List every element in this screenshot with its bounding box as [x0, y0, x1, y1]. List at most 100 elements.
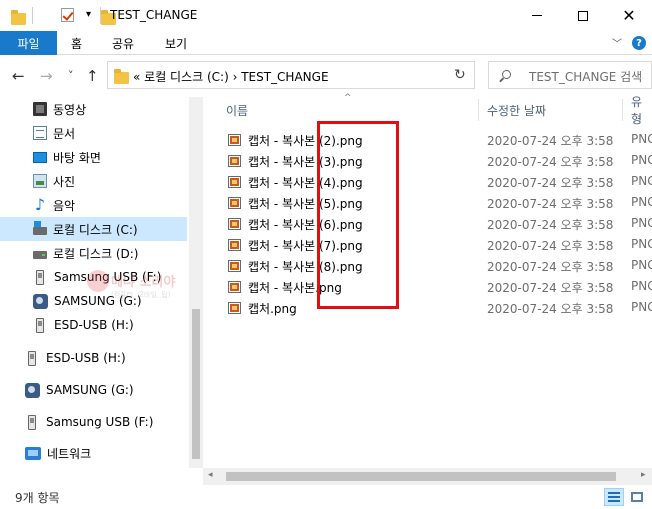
tab-home[interactable]: 홈 — [71, 35, 82, 52]
file-modified-date: 2020-07-24 오후 3:58 — [487, 176, 614, 190]
window-title: TEST_CHANGE — [110, 8, 198, 22]
search-box[interactable]: TEST_CHANGE 검색 — [488, 61, 652, 89]
file-type: PNG — [631, 216, 652, 230]
horizontal-scrollbar[interactable]: ◂ ▸ — [203, 468, 652, 485]
file-row[interactable]: 캡처 - 복사본 (6).png 2020-07-24 오후 3:58 PNG — [225, 213, 652, 234]
file-modified-date: 2020-07-24 오후 3:58 — [487, 302, 614, 316]
sidebar-item-label: 바탕 화면 — [53, 150, 101, 165]
sidebar-item-label: 로컬 디스크 (C:) — [53, 222, 138, 237]
sidebar-item-music[interactable]: ♪ 음악 — [33, 193, 75, 217]
pictures-icon — [33, 174, 47, 188]
tab-share[interactable]: 공유 — [112, 35, 134, 52]
watermark-logo: 메냐 소리야 (컴퓨터, 모바일, 팁) — [87, 268, 187, 318]
usb-drive-icon — [28, 414, 36, 430]
file-row[interactable]: 캡처 - 복사본 (2).png 2020-07-24 오후 3:58 PNG — [225, 129, 652, 150]
file-row[interactable]: 캡처 - 복사본 (8).png 2020-07-24 오후 3:58 PNG — [225, 255, 652, 276]
sidebar-item-desktop[interactable]: 바탕 화면 — [33, 145, 101, 169]
scroll-right-icon[interactable]: ▸ — [641, 470, 646, 480]
back-arrow-icon[interactable]: ← — [12, 67, 25, 85]
watermark-icon — [87, 270, 109, 292]
expand-ribbon-icon[interactable]: ﹀ — [612, 35, 622, 50]
sidebar-item-label: 로컬 디스크 (D:) — [53, 246, 139, 261]
recent-locations-icon[interactable]: ˅ — [68, 69, 74, 82]
navigation-bar: ← → ˅ ↑ « 로컬 디스크 (C:) › TEST_CHANGE ↻ TE… — [0, 55, 652, 97]
file-modified-date: 2020-07-24 오후 3:58 — [487, 218, 614, 232]
ribbon: 파일 홈 공유 보기 ﹀ ? — [0, 31, 652, 55]
up-arrow-icon[interactable]: ↑ — [86, 67, 99, 85]
png-file-icon — [228, 134, 241, 146]
sidebar-item-network[interactable]: 네트워크 — [25, 441, 91, 465]
search-icon — [502, 70, 511, 79]
sidebar-item-label: 문서 — [53, 126, 76, 141]
address-bar[interactable]: « 로컬 디스크 (C:) › TEST_CHANGE ↻ — [107, 61, 551, 89]
details-view-button[interactable] — [604, 488, 624, 506]
desktop-icon — [33, 151, 47, 163]
file-name: 캡처.png — [248, 302, 297, 316]
sidebar-item-label: SAMSUNG (G:) — [46, 383, 134, 397]
column-divider[interactable] — [622, 99, 623, 121]
maximize-icon — [578, 10, 588, 21]
scroll-left-icon[interactable]: ◂ — [208, 470, 213, 480]
network-icon — [25, 446, 41, 460]
file-row[interactable]: 캡처 - 복사본 (3).png 2020-07-24 오후 3:58 PNG — [225, 150, 652, 171]
file-modified-date: 2020-07-24 오후 3:58 — [487, 239, 614, 253]
tab-view[interactable]: 보기 — [165, 35, 187, 52]
properties-icon[interactable] — [60, 8, 74, 22]
file-row[interactable]: 캡처 - 복사본 (5).png 2020-07-24 오후 3:58 PNG — [225, 192, 652, 213]
sidebar-item-label: 사진 — [53, 174, 76, 189]
search-input[interactable]: TEST_CHANGE 검색 — [529, 68, 642, 85]
large-icons-view-button[interactable] — [627, 488, 647, 506]
maximize-button[interactable] — [560, 0, 606, 31]
status-bar: 9개 항목 — [0, 485, 652, 509]
sidebar-item-samsung-usb-f-root[interactable]: Samsung USB (F:) — [25, 410, 153, 434]
file-type: PNG — [631, 300, 652, 314]
column-header-type[interactable]: 유형 — [631, 95, 652, 126]
large-icons-view-icon — [631, 492, 643, 502]
windows-drive-icon — [33, 221, 47, 235]
file-row[interactable]: 캡처 - 복사본 (4).png 2020-07-24 오후 3:58 PNG — [225, 171, 652, 192]
sidebar-item-label: 동영상 — [53, 102, 87, 117]
column-divider[interactable] — [478, 99, 479, 121]
file-type: PNG — [631, 237, 652, 251]
tab-file[interactable]: 파일 — [0, 31, 57, 55]
customize-toolbar-icon[interactable]: ▾ — [86, 9, 91, 25]
file-row[interactable]: 캡처 - 복사본.png 2020-07-24 오후 3:58 PNG — [225, 276, 652, 297]
details-view-icon — [608, 492, 620, 502]
sidebar-item-videos[interactable]: 동영상 — [33, 97, 86, 121]
file-type: PNG — [631, 153, 652, 167]
sidebar-item-label: ESD-USB (H:) — [54, 318, 134, 332]
forward-arrow-icon[interactable]: → — [40, 67, 53, 85]
sidebar-scrollbar[interactable] — [189, 97, 203, 468]
minimize-button[interactable] — [514, 0, 560, 31]
file-modified-date: 2020-07-24 오후 3:58 — [487, 134, 614, 148]
horizontal-scrollbar-thumb[interactable] — [226, 472, 616, 481]
sidebar-item-label: 음악 — [53, 198, 76, 213]
sidebar-item-esd-usb-h-root[interactable]: ESD-USB (H:) — [25, 346, 126, 370]
file-modified-date: 2020-07-24 오후 3:58 — [487, 260, 614, 274]
help-icon[interactable]: ? — [632, 36, 646, 50]
sidebar-item-pictures[interactable]: 사진 — [33, 169, 75, 193]
sidebar-scrollbar-thumb[interactable] — [192, 309, 200, 459]
document-icon — [33, 126, 47, 140]
usb-drive-icon — [36, 269, 44, 285]
sidebar-item-local-disk-c[interactable]: 로컬 디스크 (C:) — [0, 217, 187, 241]
sidebar-item-documents[interactable]: 문서 — [33, 121, 75, 145]
music-icon: ♪ — [34, 195, 46, 214]
close-icon: ✕ — [622, 5, 636, 25]
sidebar-item-local-disk-d[interactable]: 로컬 디스크 (D:) — [33, 241, 138, 265]
refresh-icon[interactable]: ↻ — [454, 67, 466, 83]
column-header-modified[interactable]: 수정한 날짜 — [487, 97, 546, 123]
file-row[interactable]: 캡처 - 복사본 (7).png 2020-07-24 오후 3:58 PNG — [225, 234, 652, 255]
close-button[interactable]: ✕ — [606, 0, 652, 31]
file-row[interactable]: 캡처.png 2020-07-24 오후 3:58 PNG — [225, 297, 652, 318]
file-modified-date: 2020-07-24 오후 3:58 — [487, 155, 614, 169]
samsung-drive-icon — [25, 382, 40, 398]
watermark-subtitle: (컴퓨터, 모바일, 팁) — [111, 291, 171, 299]
usb-drive-icon — [36, 317, 44, 333]
png-file-icon — [228, 155, 241, 167]
sidebar-item-samsung-g-root[interactable]: SAMSUNG (G:) — [25, 378, 134, 402]
address-path[interactable]: « 로컬 디스크 (C:) › TEST_CHANGE — [133, 68, 329, 85]
folder-icon — [114, 69, 129, 84]
sidebar-item-label: Samsung USB (F:) — [46, 415, 154, 429]
column-header-name[interactable]: 이름 — [226, 97, 248, 123]
